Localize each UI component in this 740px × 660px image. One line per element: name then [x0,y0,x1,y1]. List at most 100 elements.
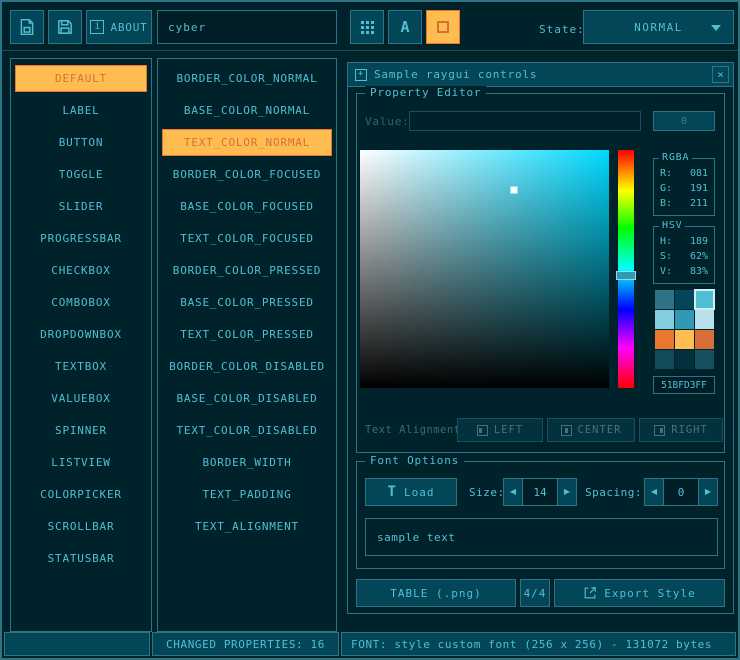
controls-list-item-checkbox[interactable]: CHECKBOX [15,257,147,284]
controls-list-item-listview[interactable]: LISTVIEW [15,449,147,476]
controls-list-item-colorpicker[interactable]: COLORPICKER [15,481,147,508]
property-list-item[interactable]: TEXT_COLOR_FOCUSED [162,225,332,252]
property-list-item[interactable]: BORDER_COLOR_PRESSED [162,257,332,284]
controls-list-item-progressbar[interactable]: PROGRESSBAR [15,225,147,252]
property-list-item[interactable]: TEXT_COLOR_DISABLED [162,417,332,444]
controls-list-item-spinner[interactable]: SPINNER [15,417,147,444]
color-swatch[interactable] [695,330,714,349]
color-swatch[interactable] [695,350,714,369]
load-style-button[interactable] [10,10,44,44]
property-list-item[interactable]: TEXT_COLOR_PRESSED [162,321,332,348]
spacing-value[interactable]: 0 [664,478,698,506]
color-swatch[interactable] [675,350,694,369]
rgba-row-g: G:191 [660,181,708,196]
controls-list-item-button[interactable]: BUTTON [15,129,147,156]
window-icon: + [355,69,367,81]
property-list-item[interactable]: BASE_COLOR_NORMAL [162,97,332,124]
controls-list-item-slider[interactable]: SLIDER [15,193,147,220]
size-label: Size: [469,486,505,499]
property-list-item-selected[interactable]: TEXT_COLOR_NORMAL [162,129,332,156]
property-list-item[interactable]: BORDER_COLOR_DISABLED [162,353,332,380]
spacing-increment-button[interactable]: ▶ [698,478,718,506]
state-label: State: [539,23,585,36]
property-list-item[interactable]: TEXT_ALIGNMENT [162,513,332,540]
size-increment-button[interactable]: ▶ [557,478,577,506]
property-list-item[interactable]: BORDER_COLOR_NORMAL [162,65,332,92]
hue-slider-handle[interactable] [616,271,636,280]
font-atlas-button[interactable] [350,10,384,44]
controls-list-item-toggle[interactable]: TOGGLE [15,161,147,188]
property-list-item[interactable]: BORDER_COLOR_FOCUSED [162,161,332,188]
spacing-spinner: ◀ 0 ▶ [644,478,718,506]
property-editor-group: Property Editor Value: 0 RGBA R:081 G:19… [356,93,725,453]
color-swatch-selected[interactable] [695,290,714,309]
state-dropdown[interactable]: NORMAL [583,10,734,44]
close-button[interactable]: × [712,66,729,83]
hex-color-input[interactable] [653,376,715,394]
about-button[interactable]: i ABOUT [86,10,152,44]
rgba-group: RGBA R:081 G:191 B:211 [653,158,715,216]
align-left-icon [477,425,488,436]
size-value[interactable]: 14 [523,478,557,506]
controls-list-item-scrollbar[interactable]: SCROLLBAR [15,513,147,540]
hsv-group: HSV H:189 S:62% V:83% [653,226,715,284]
save-style-button[interactable] [48,10,82,44]
controls-list-item-valuebox[interactable]: VALUEBOX [15,385,147,412]
property-list-item[interactable]: TEXT_PADDING [162,481,332,508]
window-title: Sample raygui controls [374,68,537,81]
property-list-item[interactable]: BASE_COLOR_FOCUSED [162,193,332,220]
property-list-item[interactable]: BASE_COLOR_PRESSED [162,289,332,316]
color-swatch[interactable] [655,330,674,349]
property-list-item[interactable]: BORDER_WIDTH [162,449,332,476]
rguistyler-app: i ABOUT A State: NORMAL DEFAULT LABEL BU… [0,0,740,660]
controls-list-item-statusbar[interactable]: STATUSBAR [15,545,147,572]
color-swatch[interactable] [675,290,694,309]
status-font-info: FONT: style custom font (256 x 256) - 13… [341,632,736,656]
controls-list-item-combobox[interactable]: COMBOBOX [15,289,147,316]
size-decrement-button[interactable]: ◀ [503,478,523,506]
style-name-input[interactable] [157,10,337,44]
value-input[interactable] [409,111,641,131]
page-indicator[interactable]: 4/4 [520,579,550,607]
color-saturation-panel[interactable] [360,150,609,388]
hsv-row-s: S:62% [660,249,708,264]
chevron-down-icon [711,25,721,31]
controls-list-item-dropdownbox[interactable]: DROPDOWNBOX [15,321,147,348]
color-swatch[interactable] [675,330,694,349]
value-box[interactable]: 0 [653,111,715,131]
color-swatch[interactable] [675,310,694,329]
hsv-row-h: H:189 [660,234,708,249]
controls-list-item-textbox[interactable]: TEXTBOX [15,353,147,380]
export-format-button[interactable]: TABLE (.png) [356,579,516,607]
align-left-button[interactable]: LEFT [457,418,543,442]
open-file-icon [18,18,36,36]
color-swatch[interactable] [695,310,714,329]
rgba-row-r: R:081 [660,166,708,181]
align-right-button[interactable]: RIGHT [639,418,723,442]
hsv-row-v: V:83% [660,264,708,279]
spacing-decrement-button[interactable]: ◀ [644,478,664,506]
sample-text-input[interactable] [365,518,718,556]
color-swatch[interactable] [655,290,674,309]
load-font-button[interactable]: T Load [365,478,457,506]
align-center-button[interactable]: CENTER [547,418,635,442]
color-marker [511,187,518,194]
save-file-icon [56,18,74,36]
spacing-label: Spacing: [585,486,642,499]
square-icon [437,21,449,33]
controls-list-item-default[interactable]: DEFAULT [15,65,147,92]
style-color-palette [655,290,714,369]
controls-list-item-label[interactable]: LABEL [15,97,147,124]
window-titlebar[interactable]: + Sample raygui controls × [348,63,733,87]
arrow-left-icon: ◀ [651,488,657,496]
hue-bar[interactable] [618,150,634,388]
font-a-icon: A [400,18,409,36]
font-t-icon: T [388,485,397,499]
font-button[interactable]: A [388,10,422,44]
align-right-icon [654,425,665,436]
color-swatch[interactable] [655,310,674,329]
color-swatch[interactable] [655,350,674,369]
property-list-item[interactable]: BASE_COLOR_DISABLED [162,385,332,412]
style-table-button[interactable] [426,10,460,44]
export-style-button[interactable]: Export Style [554,579,725,607]
